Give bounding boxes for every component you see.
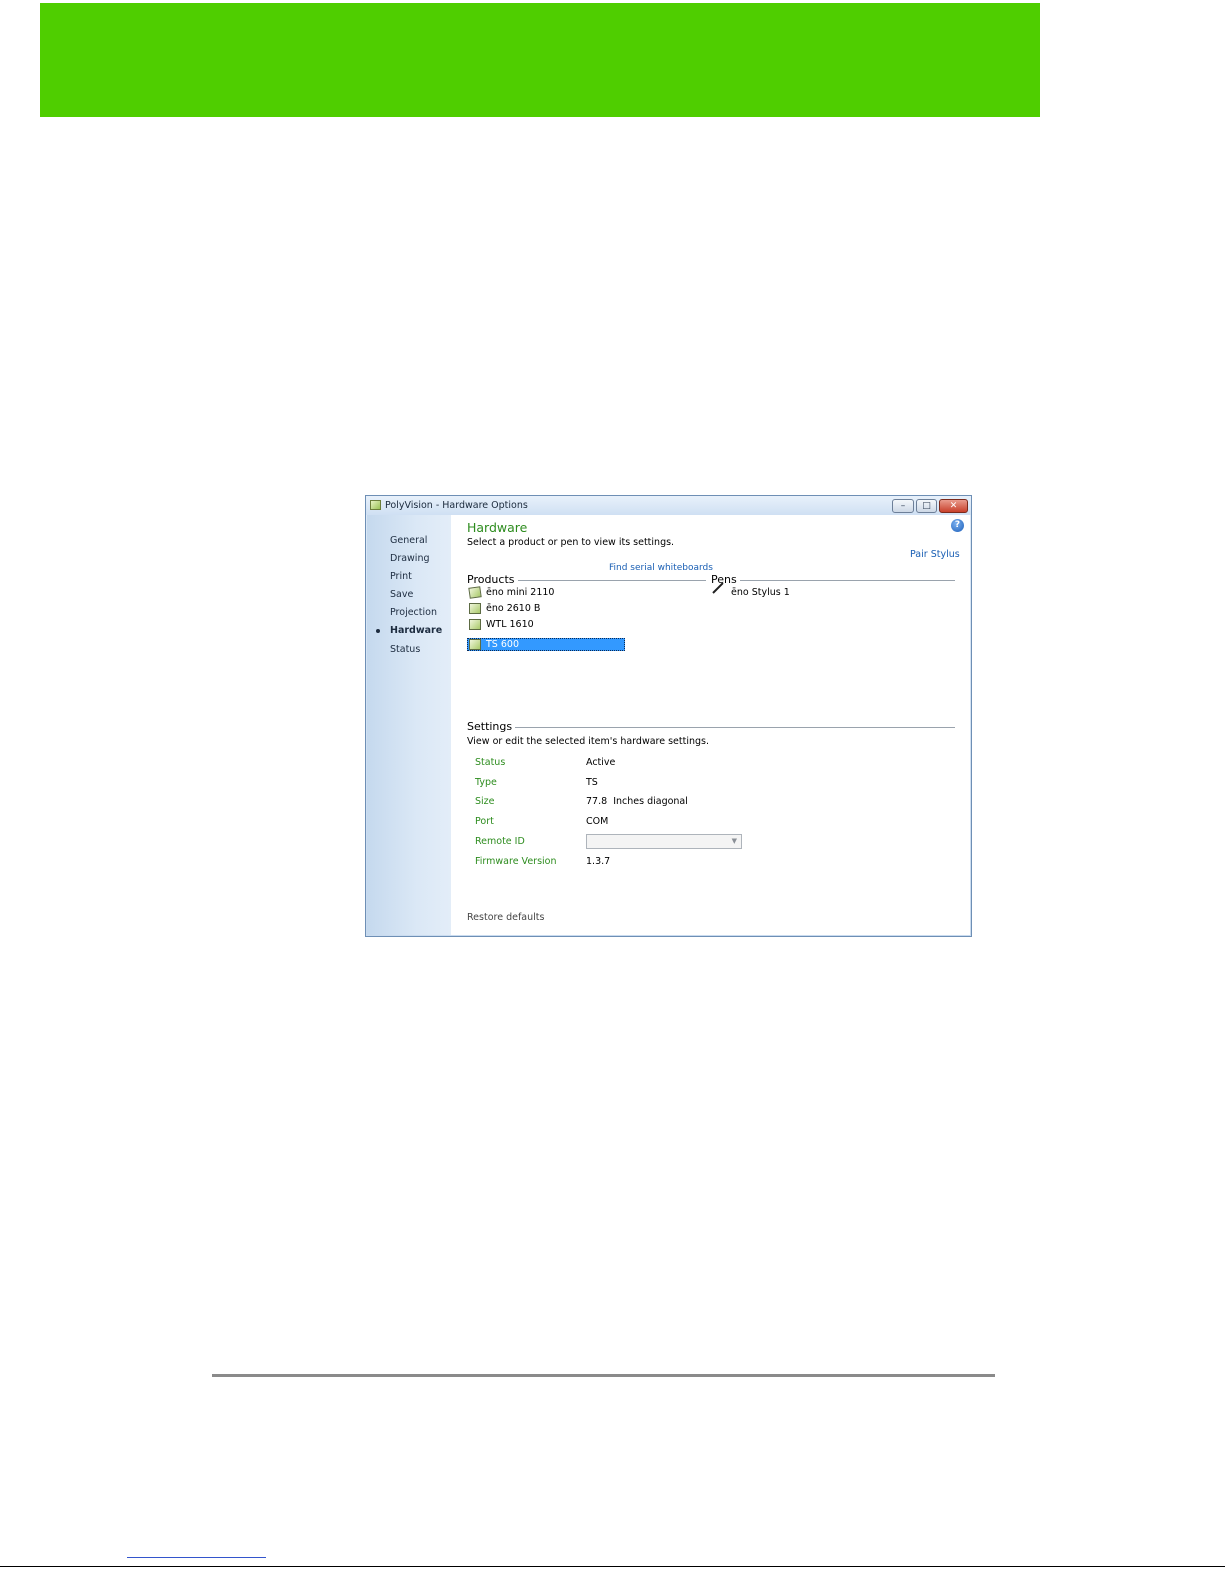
pen-item[interactable]: ēno Stylus 1 [731,587,790,598]
setting-label-firmware: Firmware Version [475,856,557,867]
setting-label-size: Size [475,796,495,807]
product-item-selected[interactable]: TS 600 [486,639,519,650]
settings-subtitle: View or edit the selected item's hardwar… [467,736,710,747]
setting-label-remote-id: Remote ID [475,836,525,847]
sidebar-item-general[interactable]: General [390,535,427,546]
pens-divider [735,580,955,581]
setting-value-firmware: 1.3.7 [586,856,611,867]
settings-heading: Settings [467,720,516,733]
hardware-panel: Hardware Select a product or pen to view… [451,515,970,935]
hardware-options-window: PolyVision - Hardware Options – □ ✕ Gene… [365,495,972,937]
page-subtitle: Select a product or pen to view its sett… [467,537,675,548]
setting-label-type: Type [475,777,497,788]
remote-id-dropdown[interactable]: ▼ [586,834,742,849]
sidebar-item-label: Hardware [390,625,443,636]
window-title: PolyVision - Hardware Options [385,500,528,511]
products-divider [511,580,706,581]
sidebar-item-save[interactable]: Save [390,589,413,600]
page-title: Hardware [467,520,528,535]
active-bullet-icon [376,629,380,633]
sidebar-item-hardware[interactable]: Hardware [376,625,443,636]
setting-value-port: COM [586,816,609,827]
sidebar-item-projection[interactable]: Projection [390,607,437,618]
sidebar-item-drawing[interactable]: Drawing [390,553,430,564]
app-icon [370,500,381,510]
sidebar-item-print[interactable]: Print [390,571,412,582]
help-icon[interactable]: ? [951,519,964,532]
product-item[interactable]: ēno 2610 B [486,603,540,614]
product-item[interactable]: ēno mini 2110 [486,587,554,598]
setting-value-size: 77.8 Inches diagonal [586,796,688,807]
pair-stylus-link[interactable]: Pair Stylus [910,549,960,560]
setting-label-port: Port [475,816,494,827]
chevron-down-icon: ▼ [731,837,737,845]
whiteboard-icon [468,586,482,599]
footer-link-underline [127,1557,266,1558]
product-item[interactable]: WTL 1610 [486,619,534,630]
products-heading: Products [467,573,518,586]
whiteboard-icon [469,639,481,650]
whiteboard-icon [469,619,481,630]
close-button[interactable]: ✕ [939,499,968,513]
footer-rule [212,1374,995,1377]
page-bottom-border [0,1566,1225,1567]
settings-divider [509,727,955,728]
maximize-button[interactable]: □ [916,499,937,513]
setting-label-status: Status [475,757,506,768]
pens-heading: Pens [711,573,740,586]
options-sidebar: General Drawing Print Save Projection Ha… [367,515,451,935]
setting-value-type: TS [586,777,598,788]
header-banner [40,3,1040,117]
title-bar[interactable]: PolyVision - Hardware Options – □ ✕ [366,496,971,515]
find-serial-whiteboards-link[interactable]: Find serial whiteboards [609,563,713,573]
sidebar-item-status[interactable]: Status [390,644,420,655]
whiteboard-icon [469,603,481,614]
restore-defaults-link[interactable]: Restore defaults [467,912,544,923]
minimize-button[interactable]: – [892,499,914,513]
setting-value-status: Active [586,757,616,768]
